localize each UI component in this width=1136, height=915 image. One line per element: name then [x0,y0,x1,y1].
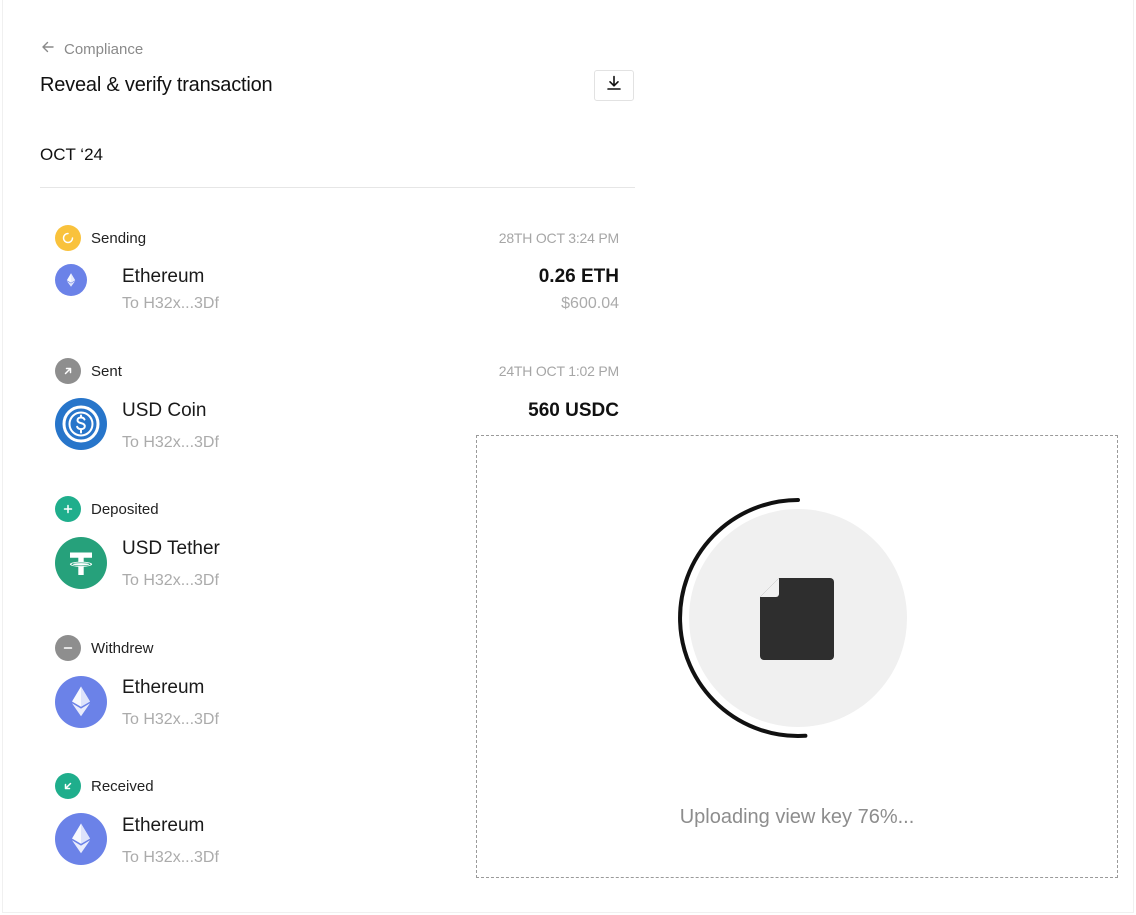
recipient-address: To H32x...3Df [122,572,219,589]
back-link-compliance[interactable]: Compliance [40,40,143,58]
upload-status-text: Uploading view key 76%... [679,806,915,828]
spinner-icon [55,225,81,251]
status-label: Sending [91,229,147,247]
status-label: Deposited [91,500,159,518]
fiat-amount: $600.04 [561,295,619,312]
back-link-label: Compliance [64,40,144,58]
recipient-address: To H32x...3Df [122,295,219,312]
arrow-down-left-icon [55,773,81,799]
transaction-status: Sending [55,225,146,251]
plus-icon [55,496,81,522]
tether-icon [55,537,107,589]
recipient-address: To H32x...3Df [122,711,219,728]
ethereum-icon [55,676,107,728]
arrow-up-right-icon [55,358,81,384]
coin-name: Ethereum [122,677,205,698]
divider [40,187,635,188]
coin-name: Ethereum [122,815,205,836]
transaction-status: Withdrew [55,635,154,661]
ethereum-icon [55,813,107,865]
transaction-time: 28TH OCT 3:24 PM [498,230,619,246]
crypto-amount: 560 USDC [528,400,619,421]
download-icon [605,74,623,97]
usd-coin-icon [55,398,107,450]
crypto-amount: 0.26 ETH [538,266,619,287]
month-label: OCT ‘24 [40,145,103,164]
status-label: Received [91,777,154,795]
transaction-time: 24TH OCT 1:02 PM [498,363,619,379]
recipient-address: To H32x...3Df [122,434,219,451]
download-button[interactable] [594,70,634,101]
transaction-status: Received [55,773,154,799]
coin-name: USD Tether [122,538,220,559]
minus-icon [55,635,81,661]
transaction-status: Deposited [55,496,159,522]
recipient-address: To H32x...3Df [122,849,219,866]
transaction-row[interactable]: Sending 28TH OCT 3:24 PM Ethereum To H32… [55,225,619,317]
ethereum-icon [55,264,87,296]
arrow-left-icon [40,39,56,59]
coin-name: Ethereum [122,266,205,287]
status-label: Withdrew [91,639,154,657]
coin-name: USD Coin [122,400,207,421]
page-title: Reveal & verify transaction [40,74,273,96]
transaction-status: Sent [55,358,122,384]
file-icon [760,578,834,660]
status-label: Sent [91,362,122,380]
